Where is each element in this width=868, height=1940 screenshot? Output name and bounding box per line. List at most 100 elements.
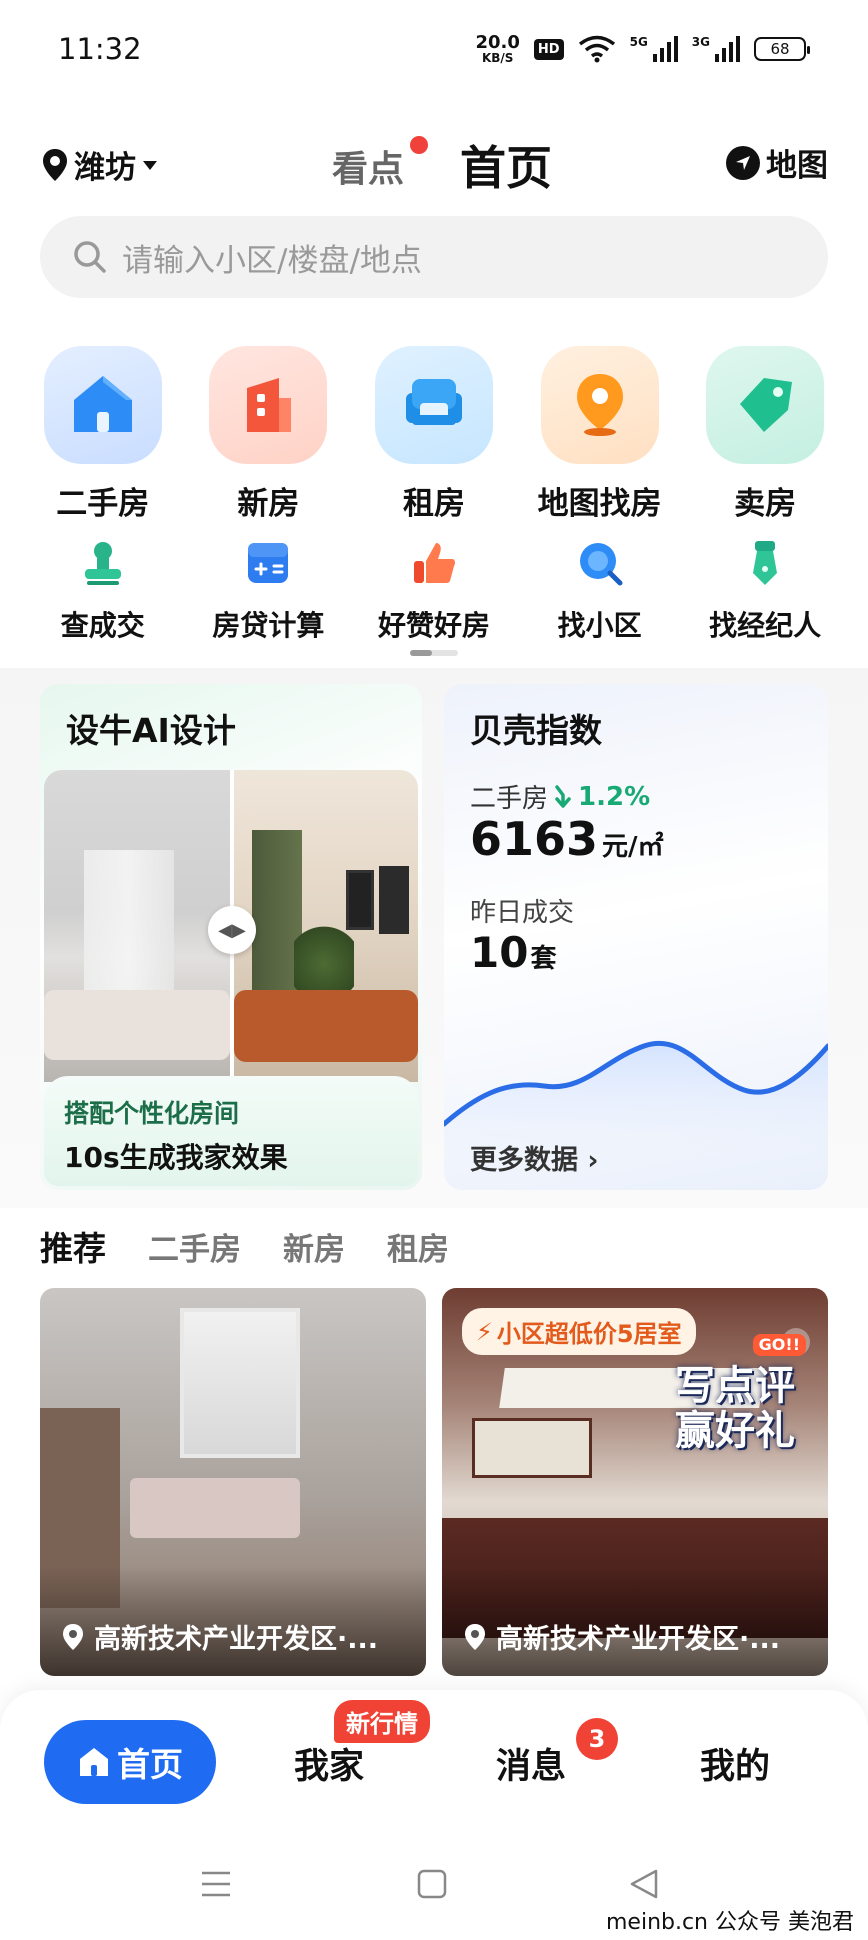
tool-label: 查成交 xyxy=(60,609,145,642)
nav-home-label: 首页 xyxy=(117,1745,183,1784)
category-label: 二手房 xyxy=(56,486,150,522)
search-input[interactable]: 请输入小区/楼盘/地点 xyxy=(40,216,828,298)
ai-design-card[interactable]: 设牛AI设计 ◀▶ 搭配个性化房间 10s生成我家效果 xyxy=(40,684,422,1190)
tab-rent[interactable]: 租房 xyxy=(387,1224,449,1269)
location-pin-icon xyxy=(63,1623,83,1650)
nav-home[interactable]: 首页 xyxy=(44,1720,216,1804)
map-button[interactable]: 地图 xyxy=(726,140,828,185)
listing-card[interactable]: ⚡ 小区超低价5居室 ✕ GO!! 写点评 赢好礼 高新技术产业开发区·... xyxy=(442,1288,828,1676)
location-pin-icon xyxy=(43,148,67,181)
map-pin-icon xyxy=(540,346,659,464)
listing-card[interactable]: 高新技术产业开发区·... xyxy=(40,1288,426,1676)
network-speed-unit: KB/S xyxy=(481,51,514,65)
location-pin-icon xyxy=(465,1623,485,1650)
chevron-right-icon: › xyxy=(587,1145,599,1176)
review-line2: 赢好礼 xyxy=(675,1407,795,1454)
hd-voice-icon: HD xyxy=(533,38,564,60)
caret-down-icon xyxy=(143,160,157,170)
review-line1: 写点评 xyxy=(675,1363,795,1409)
agent-tie-icon xyxy=(740,538,790,588)
tool-deal-records[interactable]: 查成交 xyxy=(20,538,186,644)
new-market-badge: 新行情 xyxy=(334,1700,430,1743)
search-placeholder: 请输入小区/楼盘/地点 xyxy=(122,242,422,279)
sofa-icon xyxy=(374,346,493,464)
nav-my-home[interactable]: 我家 xyxy=(294,1738,364,1789)
signal-label-5g: 5G xyxy=(629,35,648,49)
tab-home[interactable]: 首页 xyxy=(460,132,552,198)
index-secondhand-row: 二手房 1.2% xyxy=(470,778,650,815)
ai-caption-line2: 10s生成我家效果 xyxy=(64,1141,288,1174)
signal-bars-icon xyxy=(715,36,740,62)
tool-label: 好赞好房 xyxy=(377,609,490,642)
yesterday-deals-label: 昨日成交 xyxy=(470,898,575,928)
navigation-arrow-icon xyxy=(726,145,760,180)
lightning-icon: ⚡ xyxy=(476,1317,493,1346)
ai-before-after-image[interactable]: ◀▶ xyxy=(44,770,418,1082)
listing-location-text: 高新技术产业开发区·... xyxy=(496,1624,781,1655)
message-count-badge: 3 xyxy=(576,1718,618,1760)
tool-label: 找小区 xyxy=(557,609,642,642)
map-label: 地图 xyxy=(766,148,828,184)
compare-slider-handle[interactable]: ◀▶ xyxy=(208,906,256,954)
recommend-tabs: 推荐 二手房 新房 租房 xyxy=(40,1222,449,1270)
tab-recommend[interactable]: 推荐 xyxy=(40,1222,106,1270)
battery-level: 68 xyxy=(770,40,790,58)
index-secondhand-label: 二手房 xyxy=(470,784,549,814)
yesterday-deals-unit: 套 xyxy=(530,944,557,974)
tab-kandian[interactable]: 看点 xyxy=(332,140,404,192)
page-indicator xyxy=(410,650,458,656)
system-navigation-bar xyxy=(0,1860,868,1910)
more-data-link[interactable]: 更多数据 › xyxy=(470,1138,599,1177)
category-sell[interactable]: 卖房 xyxy=(682,346,848,523)
wifi-icon xyxy=(578,35,615,63)
ai-card-caption: 搭配个性化房间 10s生成我家效果 xyxy=(44,1076,418,1186)
search-community-icon xyxy=(575,538,625,588)
category-map-search[interactable]: 地图找房 xyxy=(517,346,683,523)
category-new-house[interactable]: 新房 xyxy=(186,346,352,523)
city-selector[interactable]: 潍坊 xyxy=(42,142,158,187)
after-room-image xyxy=(234,770,418,1082)
nav-messages[interactable]: 消息 xyxy=(496,1738,566,1789)
page-indicator-active xyxy=(410,650,432,656)
tab-secondhand[interactable]: 二手房 xyxy=(148,1224,241,1269)
secondary-category-grid: 查成交 房贷计算 好赞好房 找小区 找经纪人 xyxy=(20,538,848,644)
building-icon xyxy=(209,346,328,464)
category-label: 卖房 xyxy=(734,486,797,522)
trend-down-arrow-icon xyxy=(555,784,571,808)
nav-me[interactable]: 我的 xyxy=(700,1738,770,1789)
tool-find-agent[interactable]: 找经纪人 xyxy=(682,538,848,644)
tab-new-house[interactable]: 新房 xyxy=(283,1224,345,1269)
index-price-unit: 元/㎡ xyxy=(602,832,664,862)
network-speed-value: 20.0 xyxy=(475,32,520,53)
yesterday-deals: 10套 xyxy=(470,928,556,977)
tool-find-community[interactable]: 找小区 xyxy=(517,538,683,644)
category-secondhand[interactable]: 二手房 xyxy=(20,346,186,523)
index-price: 6163 元/㎡ xyxy=(470,812,664,866)
promo-tag-text: 小区超低价5居室 xyxy=(496,1320,682,1348)
network-speed: 20.0 KB/S xyxy=(475,32,520,65)
stamp-icon xyxy=(78,538,128,588)
beike-index-card[interactable]: 贝壳指数 二手房 1.2% 6163 元/㎡ 昨日成交 10套 更多数据 › xyxy=(444,684,828,1190)
review-promo-badge[interactable]: GO!! 写点评 赢好礼 xyxy=(660,1334,810,1460)
price-tag-icon xyxy=(706,346,825,464)
more-data-label: 更多数据 xyxy=(470,1145,578,1176)
listing-location: 高新技术产业开发区·... xyxy=(62,1617,378,1656)
status-icons: 20.0 KB/S HD 5G 3G 68 xyxy=(475,32,810,65)
recent-apps-icon[interactable] xyxy=(200,1868,232,1900)
go-badge: GO!! xyxy=(752,1334,806,1356)
tool-label: 找经纪人 xyxy=(709,609,822,642)
ai-card-title: 设牛AI设计 xyxy=(66,711,236,750)
battery-icon: 68 xyxy=(754,37,810,61)
category-rent[interactable]: 租房 xyxy=(351,346,517,523)
system-back-icon[interactable] xyxy=(628,1868,660,1900)
top-header: 潍坊 看点 首页 地图 xyxy=(0,130,868,200)
tool-mortgage-calculator[interactable]: 房贷计算 xyxy=(186,538,352,644)
home-icon xyxy=(80,1748,108,1776)
promo-tag: ⚡ 小区超低价5居室 xyxy=(462,1308,696,1355)
search-icon xyxy=(74,241,106,273)
tool-top-rated-homes[interactable]: 好赞好房 xyxy=(351,538,517,644)
yesterday-deals-value: 10 xyxy=(470,928,529,977)
primary-category-grid: 二手房 新房 租房 地图找房 卖房 xyxy=(20,346,848,523)
system-home-icon[interactable] xyxy=(416,1868,448,1900)
notification-dot xyxy=(410,136,428,154)
